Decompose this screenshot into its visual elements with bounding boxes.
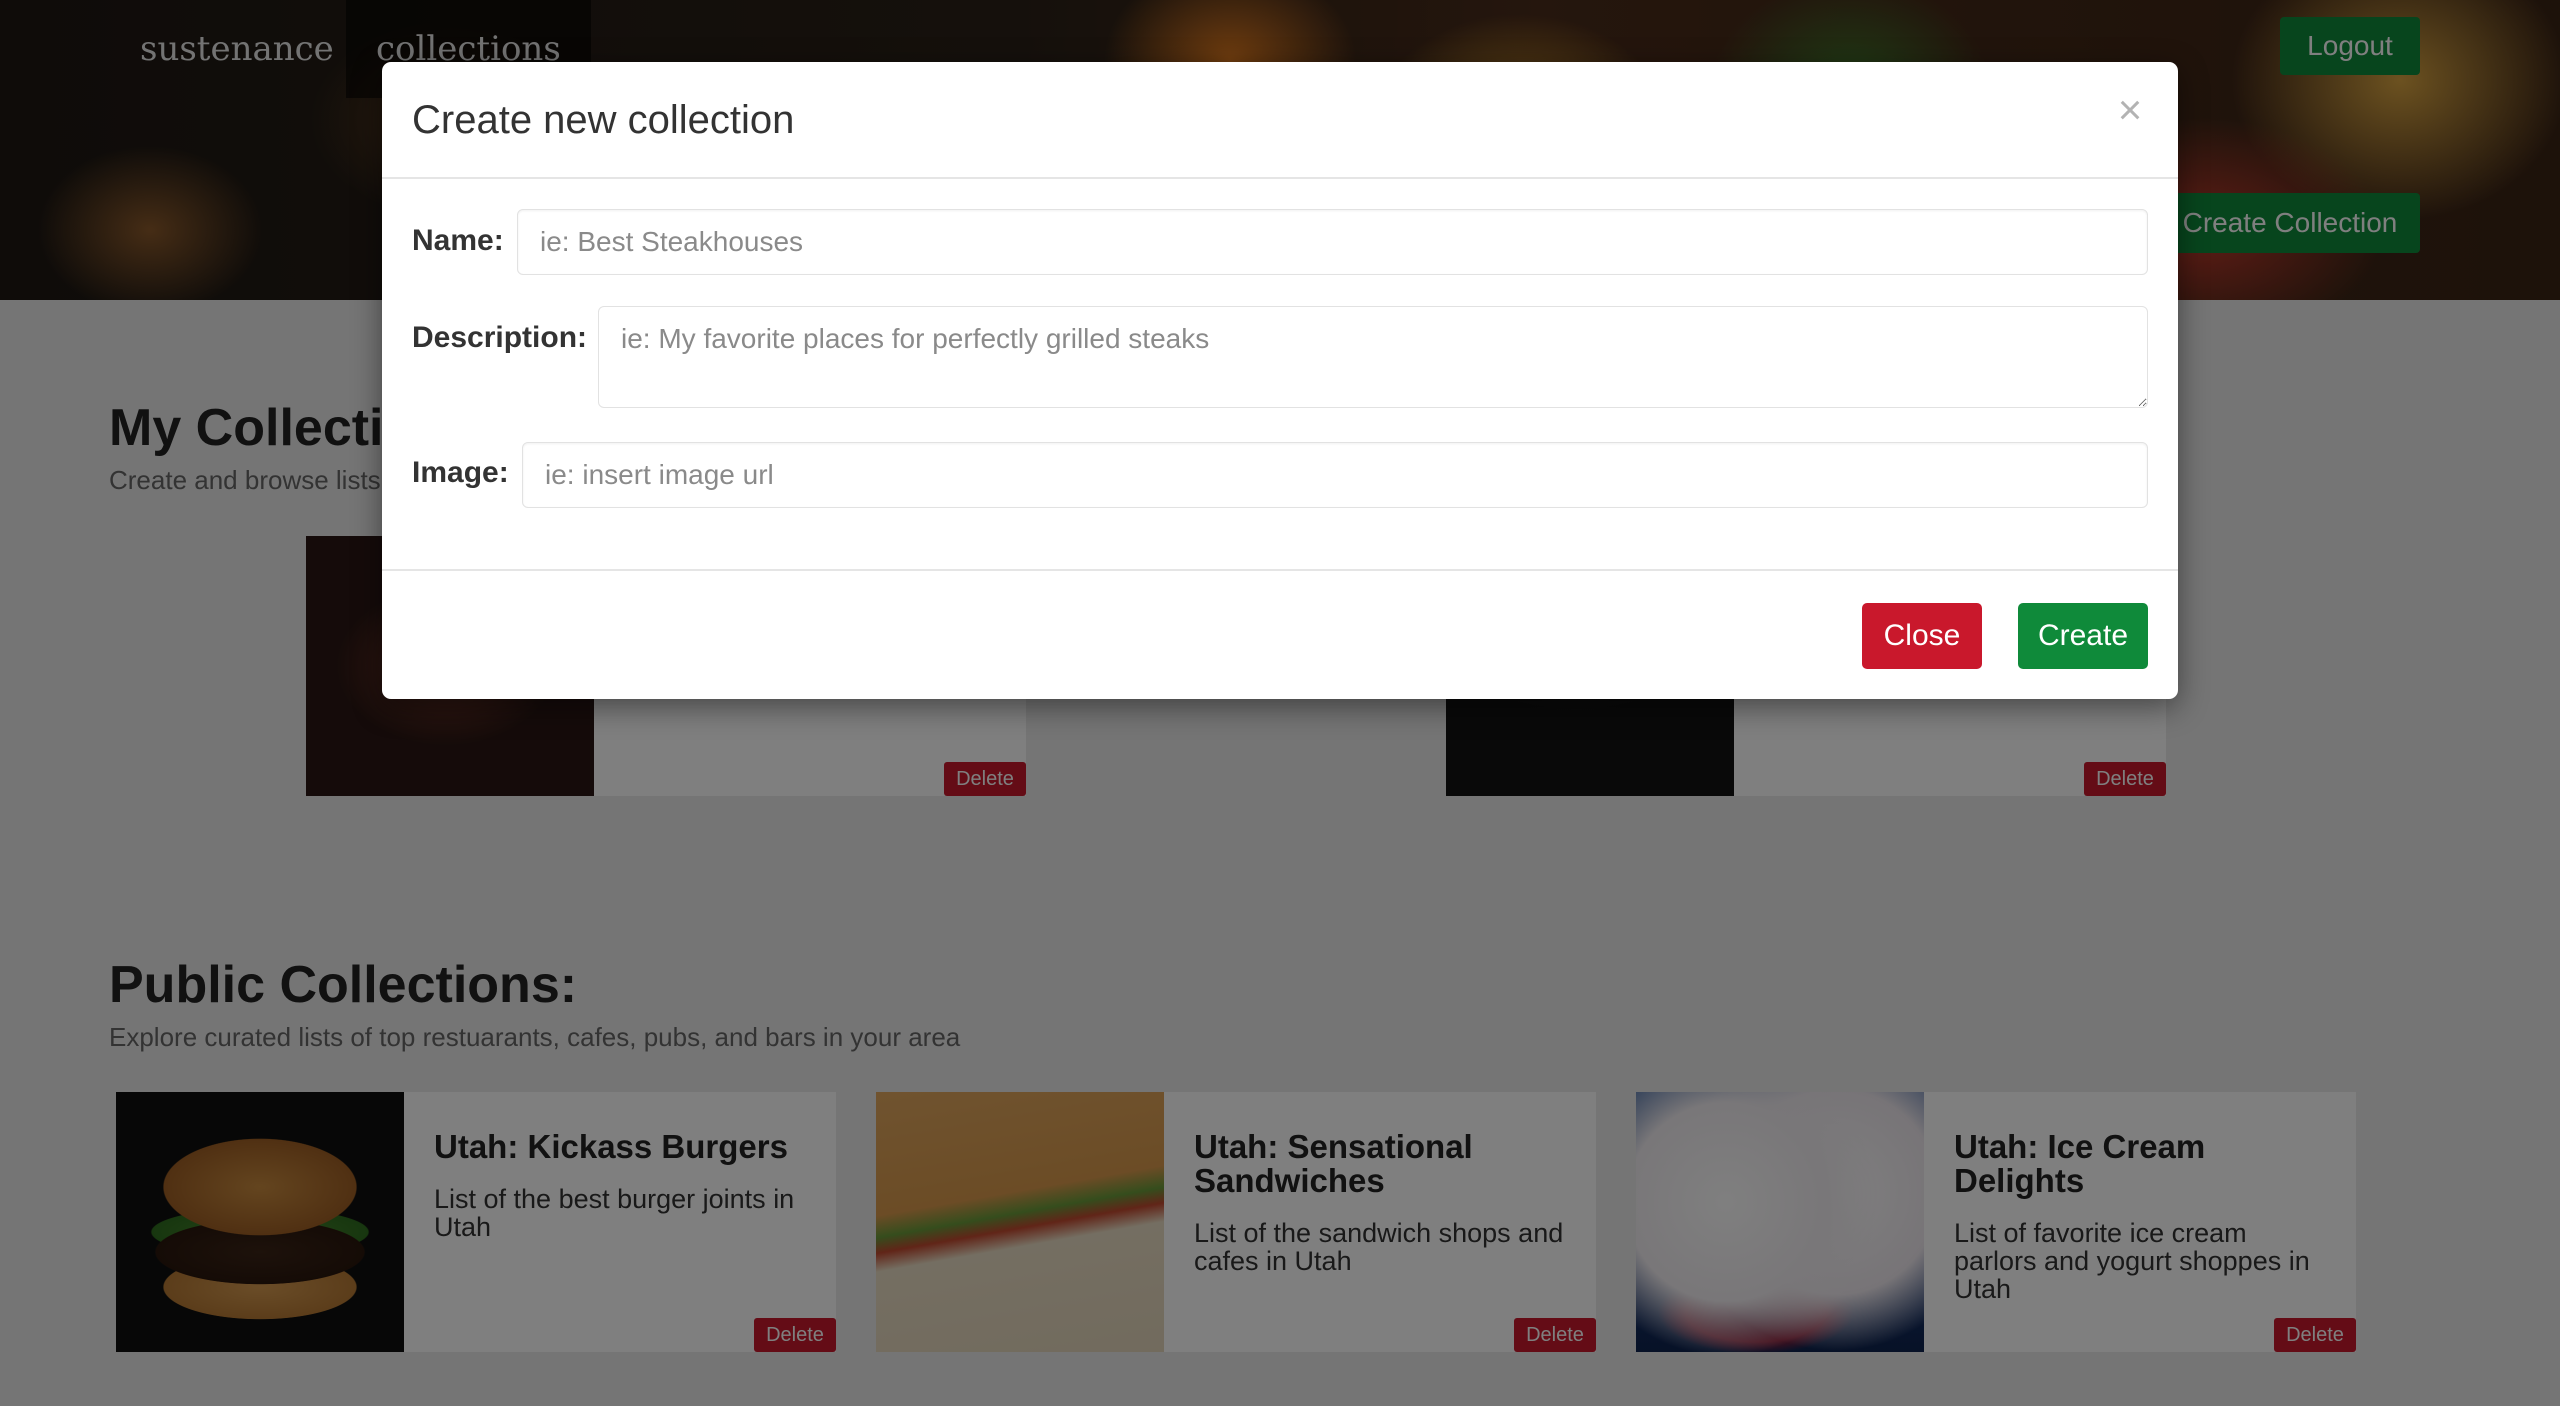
image-label: Image: [412,456,509,489]
image-url-input[interactable] [522,442,2148,508]
modal-title: Create new collection [412,98,795,142]
create-button[interactable]: Create [2018,603,2148,669]
close-button[interactable]: Close [1862,603,1982,669]
close-icon[interactable]: × [2110,86,2150,134]
name-label: Name: [412,224,504,257]
description-label: Description: [412,321,588,354]
modal-header: Create new collection × [382,62,2178,179]
modal-footer: Close Create [382,569,2178,699]
description-textarea[interactable] [598,306,2148,408]
name-input[interactable] [517,209,2148,275]
create-collection-modal: Create new collection × Name: Descriptio… [382,62,2178,699]
